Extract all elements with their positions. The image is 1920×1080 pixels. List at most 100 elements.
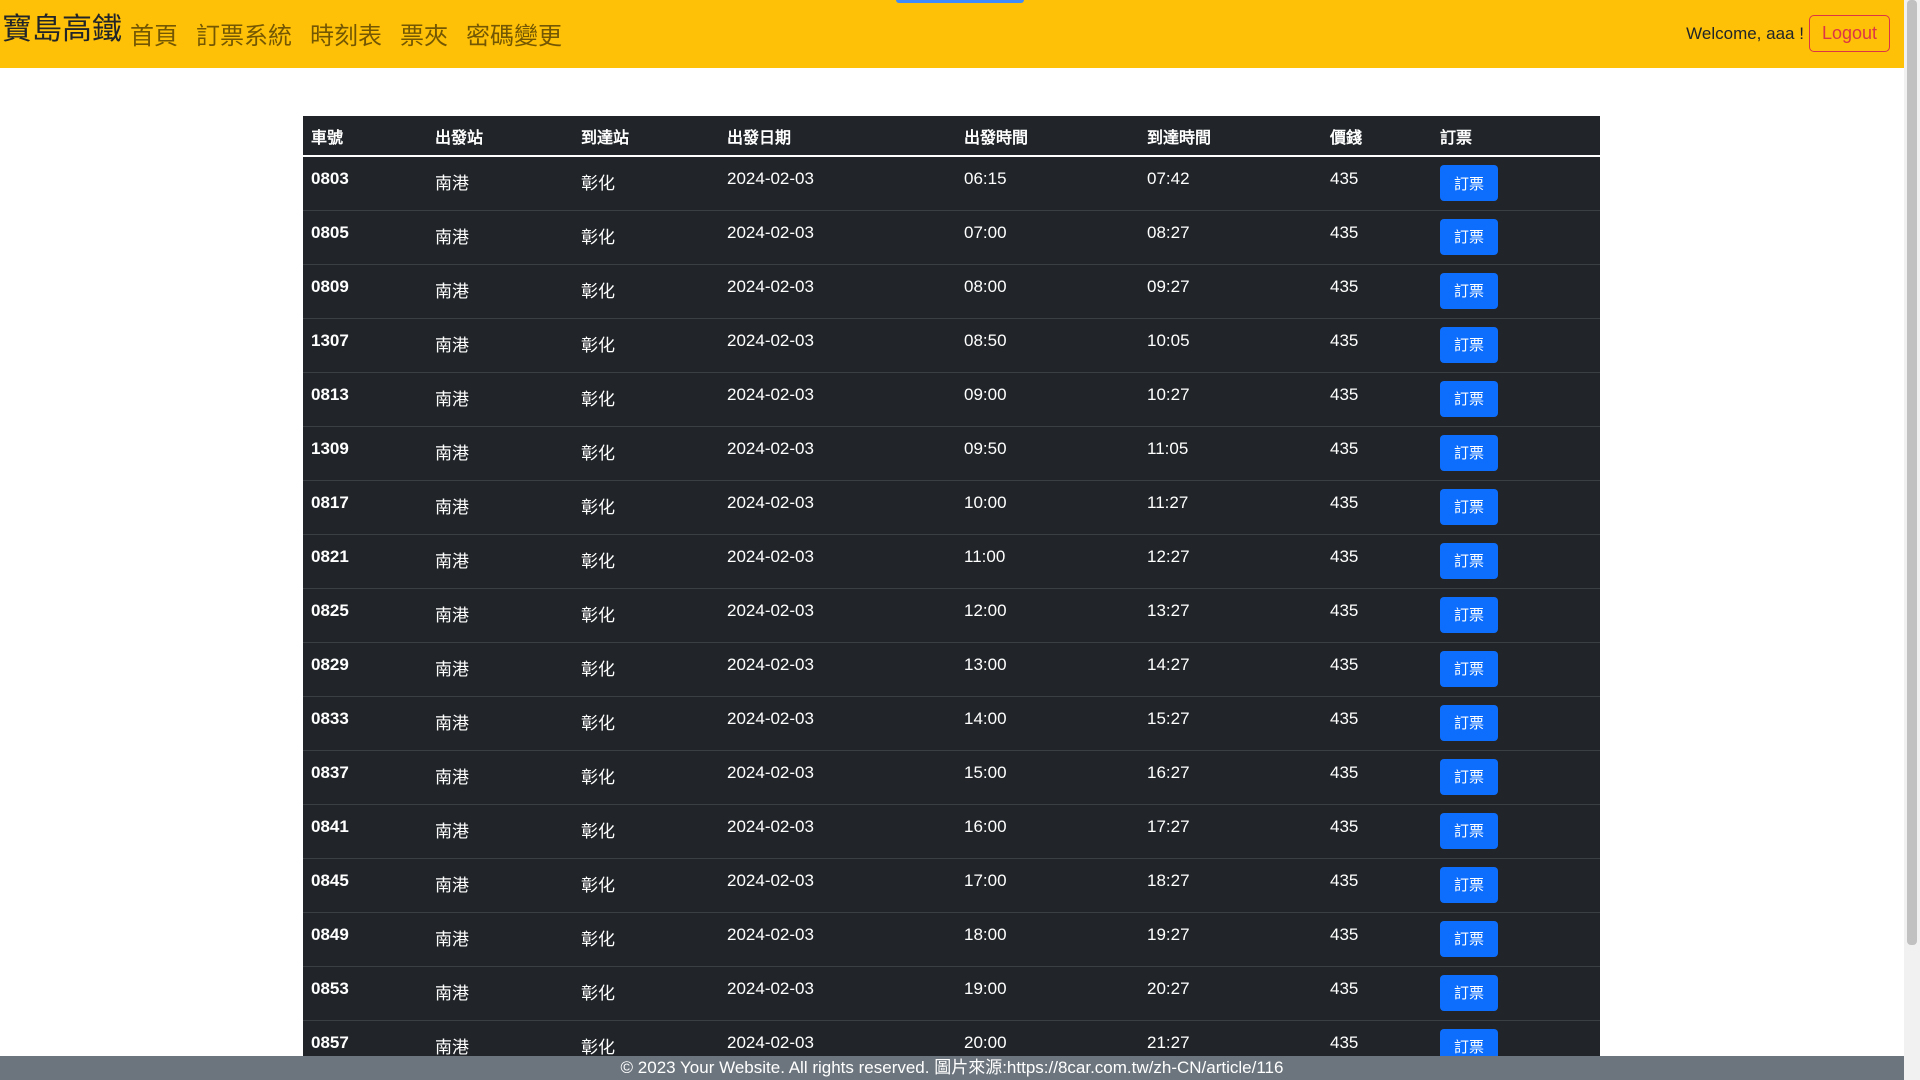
book-button[interactable]: 訂票 — [1440, 326, 1498, 363]
book-cell: 訂票 — [1432, 534, 1600, 589]
scrollbar-thumb[interactable] — [1907, 0, 1917, 945]
logout-button[interactable]: Logout — [1808, 15, 1890, 52]
depart-date-cell: 2024-02-03 — [719, 156, 956, 211]
depart-date-cell: 2024-02-03 — [719, 588, 956, 643]
price-cell: 435 — [1322, 156, 1432, 211]
to-station-cell: 彰化 — [573, 156, 719, 211]
depart-date-cell: 2024-02-03 — [719, 318, 956, 373]
header-price: 價錢 — [1322, 116, 1432, 157]
arrive-time-cell: 17:27 — [1139, 804, 1322, 859]
price-cell: 435 — [1322, 750, 1432, 805]
train-no-cell: 0817 — [303, 480, 427, 535]
price-cell: 435 — [1322, 534, 1432, 589]
nav-link-timetable[interactable]: 時刻表 — [310, 16, 382, 51]
arrive-time-cell: 16:27 — [1139, 750, 1322, 805]
book-cell: 訂票 — [1432, 318, 1600, 373]
depart-time-cell: 11:00 — [956, 534, 1139, 589]
nav-link-booking[interactable]: 訂票系統 — [196, 16, 292, 51]
book-button[interactable]: 訂票 — [1440, 704, 1498, 741]
focus-indicator — [896, 0, 1024, 3]
arrive-time-cell: 08:27 — [1139, 210, 1322, 265]
welcome-text: Welcome, aaa ! — [1686, 23, 1804, 43]
depart-time-cell: 14:00 — [956, 696, 1139, 751]
train-no-cell: 0803 — [303, 156, 427, 211]
depart-date-cell: 2024-02-03 — [719, 966, 956, 1021]
train-no-cell: 1309 — [303, 426, 427, 481]
price-cell: 435 — [1322, 804, 1432, 859]
book-cell: 訂票 — [1432, 480, 1600, 535]
brand-logo[interactable]: 寶島高鐵 — [2, 0, 122, 64]
arrive-time-cell: 11:05 — [1139, 426, 1322, 481]
from-station-cell: 南港 — [427, 858, 573, 913]
book-button[interactable]: 訂票 — [1440, 974, 1498, 1011]
book-cell: 訂票 — [1432, 588, 1600, 643]
depart-date-cell: 2024-02-03 — [719, 858, 956, 913]
header-book: 訂票 — [1432, 116, 1600, 157]
train-no-cell: 0825 — [303, 588, 427, 643]
book-button[interactable]: 訂票 — [1440, 758, 1498, 795]
to-station-cell: 彰化 — [573, 534, 719, 589]
book-button[interactable]: 訂票 — [1440, 542, 1498, 579]
header-depart: 出發時間 — [956, 116, 1139, 157]
book-button[interactable]: 訂票 — [1440, 165, 1498, 201]
to-station-cell: 彰化 — [573, 642, 719, 697]
train-no-cell: 0809 — [303, 264, 427, 319]
train-no-cell: 0813 — [303, 372, 427, 427]
nav-link-home[interactable]: 首頁 — [130, 16, 178, 51]
depart-time-cell: 13:00 — [956, 642, 1139, 697]
depart-date-cell: 2024-02-03 — [719, 696, 956, 751]
book-button[interactable]: 訂票 — [1440, 812, 1498, 849]
book-button[interactable]: 訂票 — [1440, 434, 1498, 471]
from-station-cell: 南港 — [427, 264, 573, 319]
from-station-cell: 南港 — [427, 156, 573, 211]
to-station-cell: 彰化 — [573, 480, 719, 535]
book-button[interactable]: 訂票 — [1440, 380, 1498, 417]
table-row: 0825 南港 彰化 2024-02-03 12:00 13:27 435 訂票 — [303, 588, 1600, 643]
book-button[interactable]: 訂票 — [1440, 488, 1498, 525]
arrive-time-cell: 10:27 — [1139, 372, 1322, 427]
vertical-scrollbar[interactable] — [1904, 0, 1920, 1080]
book-button[interactable]: 訂票 — [1440, 218, 1498, 255]
book-button[interactable]: 訂票 — [1440, 596, 1498, 633]
train-no-cell: 0821 — [303, 534, 427, 589]
nav-link-change-password[interactable]: 密碼變更 — [466, 16, 562, 51]
nav-link-ticket-wallet[interactable]: 票夾 — [400, 16, 448, 51]
depart-time-cell: 09:50 — [956, 426, 1139, 481]
book-cell: 訂票 — [1432, 156, 1600, 211]
depart-time-cell: 18:00 — [956, 912, 1139, 967]
book-button[interactable]: 訂票 — [1440, 920, 1498, 957]
train-no-cell: 1307 — [303, 318, 427, 373]
arrive-time-cell: 20:27 — [1139, 966, 1322, 1021]
from-station-cell: 南港 — [427, 534, 573, 589]
depart-date-cell: 2024-02-03 — [719, 642, 956, 697]
train-no-cell: 0841 — [303, 804, 427, 859]
book-button[interactable]: 訂票 — [1440, 272, 1498, 309]
header-train-no: 車號 — [303, 116, 427, 157]
table-row: 0803 南港 彰化 2024-02-03 06:15 07:42 435 訂票 — [303, 156, 1600, 211]
price-cell: 435 — [1322, 966, 1432, 1021]
table-row: 1307 南港 彰化 2024-02-03 08:50 10:05 435 訂票 — [303, 318, 1600, 373]
table-row: 0805 南港 彰化 2024-02-03 07:00 08:27 435 訂票 — [303, 210, 1600, 265]
table-row: 0845 南港 彰化 2024-02-03 17:00 18:27 435 訂票 — [303, 858, 1600, 913]
book-button[interactable]: 訂票 — [1440, 866, 1498, 903]
depart-time-cell: 12:00 — [956, 588, 1139, 643]
depart-time-cell: 08:00 — [956, 264, 1139, 319]
book-button[interactable]: 訂票 — [1440, 650, 1498, 687]
price-cell: 435 — [1322, 372, 1432, 427]
price-cell: 435 — [1322, 480, 1432, 535]
table-row: 0833 南港 彰化 2024-02-03 14:00 15:27 435 訂票 — [303, 696, 1600, 751]
price-cell: 435 — [1322, 588, 1432, 643]
table-row: 0809 南港 彰化 2024-02-03 08:00 09:27 435 訂票 — [303, 264, 1600, 319]
to-station-cell: 彰化 — [573, 804, 719, 859]
depart-time-cell: 06:15 — [956, 156, 1139, 211]
price-cell: 435 — [1322, 858, 1432, 913]
page: 寶島高鐵 首頁 訂票系統 時刻表 票夾 密碼變更 Welcome, aaa ! … — [0, 0, 1920, 1080]
book-cell: 訂票 — [1432, 858, 1600, 913]
to-station-cell: 彰化 — [573, 318, 719, 373]
price-cell: 435 — [1322, 642, 1432, 697]
table-row: 0837 南港 彰化 2024-02-03 15:00 16:27 435 訂票 — [303, 750, 1600, 805]
nav-links: 首頁 訂票系統 時刻表 票夾 密碼變更 — [130, 16, 580, 51]
depart-date-cell: 2024-02-03 — [719, 372, 956, 427]
depart-date-cell: 2024-02-03 — [719, 912, 956, 967]
book-cell: 訂票 — [1432, 696, 1600, 751]
